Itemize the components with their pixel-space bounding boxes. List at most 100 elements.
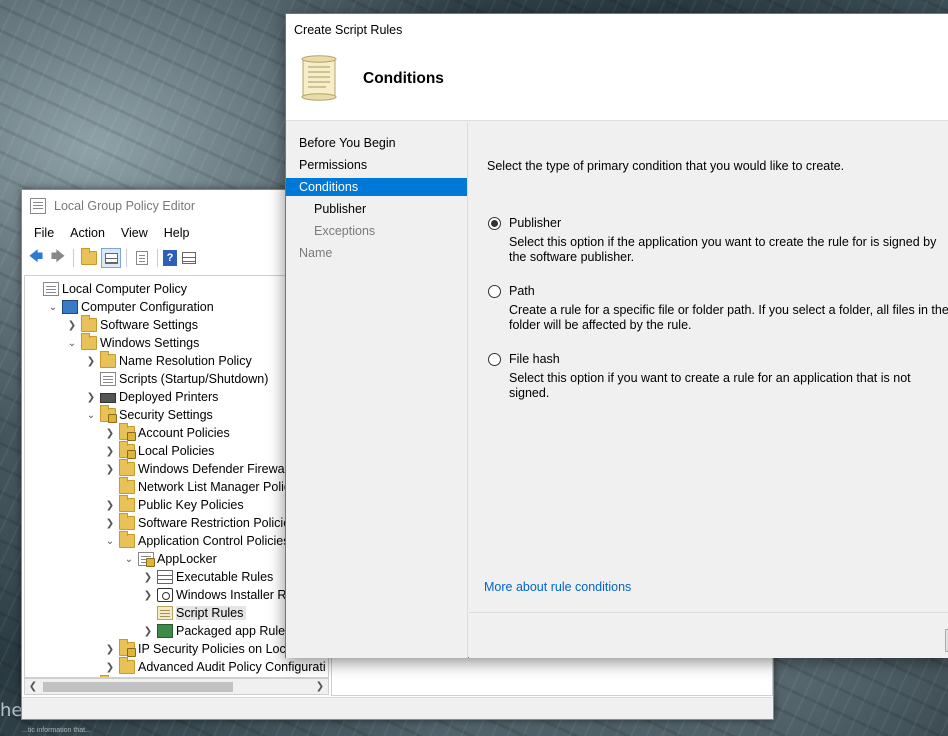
expand-chevron-icon[interactable]: ❯ — [84, 352, 98, 370]
collapse-chevron-icon[interactable]: ⌄ — [65, 334, 79, 352]
menu-file[interactable]: File — [26, 224, 62, 244]
dialog-title: Create Script Rules — [294, 22, 403, 37]
help-icon[interactable]: ? — [163, 250, 177, 266]
scroll-left-icon[interactable]: ❮ — [25, 679, 41, 694]
menu-view[interactable]: View — [113, 224, 156, 244]
folder-icon — [119, 657, 135, 674]
scrollbar-thumb[interactable] — [43, 682, 233, 692]
tree-node[interactable]: ❯ Software Restriction Policies — [103, 513, 296, 532]
gpe-statusbar — [22, 697, 773, 719]
folder-icon — [119, 459, 135, 476]
scroll-right-icon[interactable]: ❯ — [312, 679, 328, 694]
tree-node[interactable]: ⌄ Application Control Policies — [103, 531, 289, 550]
expand-chevron-icon[interactable]: ❯ — [103, 460, 117, 478]
expand-chevron-icon[interactable]: ❯ — [141, 586, 155, 604]
step-exceptions: Exceptions — [314, 224, 376, 238]
tree-node[interactable]: ❯ Advanced Audit Policy Configurati — [103, 657, 326, 676]
tree-node-label: Computer Configuration — [81, 300, 214, 314]
tree-node[interactable]: ⌄ Computer Configuration — [46, 298, 214, 316]
tree-node[interactable]: Network List Manager Policies — [103, 477, 306, 496]
tree-node-label: AppLocker — [157, 552, 217, 566]
more-about-rule-conditions-link[interactable]: More about rule conditions — [484, 580, 631, 594]
file-hash-radio-label[interactable]: File hash — [509, 352, 560, 366]
tree-node[interactable]: Scripts (Startup/Shutdown) — [84, 370, 268, 388]
gpe-title-text: Local Group Policy Editor — [54, 199, 196, 213]
expand-chevron-icon[interactable]: ❯ — [103, 640, 117, 658]
tree-node-label: Script Rules — [176, 606, 247, 620]
publisher-radio-label[interactable]: Publisher — [509, 216, 561, 230]
locked-folder-icon — [119, 441, 136, 459]
step-conditions[interactable]: Conditions — [286, 178, 467, 196]
tree-node-label: Security Settings — [119, 408, 213, 422]
expand-chevron-icon[interactable]: ❯ — [103, 658, 117, 676]
gpe-menubar: File Action View Help — [22, 224, 198, 244]
details-pane — [331, 656, 773, 696]
path-description: Create a rule for a specific file or fol… — [509, 303, 948, 332]
tree-horizontal-scrollbar[interactable]: ❮ ❯ — [24, 678, 329, 695]
toolbar-separator — [126, 249, 127, 267]
create-script-rules-dialog: Create Script Rules Conditions Before Yo… — [285, 13, 948, 658]
rules-list-icon — [157, 570, 173, 584]
up-folder-icon[interactable] — [79, 248, 99, 268]
wizard-steps-nav: Before You Begin Permissions Conditions … — [286, 122, 468, 658]
tree-node[interactable]: ⌄ AppLocker — [122, 550, 217, 568]
properties-icon[interactable] — [179, 248, 199, 268]
tree-node[interactable]: ❯ Name Resolution Policy — [84, 351, 252, 370]
expand-chevron-icon[interactable]: ❯ — [103, 496, 117, 514]
tree-scroll-down-icon[interactable]: ⌄ — [309, 658, 325, 674]
tree-node[interactable]: ❯ Account Policies — [103, 423, 230, 442]
printer-icon — [100, 393, 116, 403]
show-hide-tree-icon[interactable] — [101, 248, 121, 268]
tree-node[interactable]: ❯ Software Settings — [65, 315, 198, 334]
expand-chevron-icon[interactable]: ❯ — [84, 388, 98, 406]
collapse-chevron-icon[interactable]: ⌄ — [46, 298, 60, 316]
export-list-icon[interactable] — [132, 248, 152, 268]
tree-node[interactable]: ❯ Public Key Policies — [103, 495, 244, 514]
collapse-chevron-icon[interactable]: ⌄ — [122, 550, 136, 568]
option-publisher: Publisher Select this option if the appl… — [488, 215, 948, 265]
menu-action[interactable]: Action — [62, 224, 113, 244]
dialog-titlebar[interactable]: Create Script Rules — [286, 14, 948, 45]
publisher-description: Select this option if the application yo… — [509, 235, 937, 264]
forward-icon[interactable]: 🡆 — [48, 248, 68, 268]
package-icon — [157, 624, 173, 638]
tree-node[interactable]: ❯ Local Policies — [103, 441, 214, 460]
expand-chevron-icon[interactable]: ❯ — [141, 568, 155, 586]
expand-chevron-icon[interactable]: ❯ — [65, 316, 79, 334]
policy-editor-app-icon — [30, 198, 46, 214]
expand-chevron-icon[interactable]: ❯ — [103, 514, 117, 532]
path-radio-label[interactable]: Path — [509, 284, 535, 298]
menu-help[interactable]: Help — [156, 224, 198, 244]
tree-node[interactable]: ⌄ Security Settings — [84, 405, 213, 424]
step-publisher[interactable]: Publisher — [286, 200, 467, 218]
tree-node-label: Deployed Printers — [119, 390, 219, 404]
file-hash-description: Select this option if you want to create… — [509, 371, 911, 400]
expand-chevron-icon[interactable]: ❯ — [103, 424, 117, 442]
step-permissions[interactable]: Permissions — [286, 156, 467, 174]
expand-chevron-icon[interactable]: ❯ — [103, 442, 117, 460]
tree-node[interactable]: ❯ Executable Rules — [141, 568, 273, 586]
tree-node[interactable]: ❯ Windows Defender Firewall with — [103, 459, 316, 478]
back-icon[interactable]: 🡄 — [26, 248, 46, 268]
file-hash-radio[interactable] — [488, 352, 501, 366]
tree-node[interactable]: Script Rules — [141, 604, 247, 622]
tree-node-label: Public Key Policies — [138, 498, 244, 512]
tree-node-label: Software Settings — [100, 318, 198, 332]
script-icon — [157, 606, 173, 620]
expand-chevron-icon[interactable]: ❯ — [141, 622, 155, 640]
tree-node-label: Packaged app Rules — [176, 624, 292, 638]
folder-icon — [119, 531, 135, 548]
tree-node[interactable]: Local Computer Policy — [27, 280, 187, 298]
tree-node[interactable]: ❯ Packaged app Rules — [141, 622, 291, 640]
publisher-radio[interactable] — [488, 216, 501, 230]
tree-node[interactable]: ❯ Deployed Printers — [84, 388, 219, 406]
collapse-chevron-icon[interactable]: ⌄ — [84, 406, 98, 424]
path-radio[interactable] — [488, 284, 501, 298]
folder-icon — [81, 333, 97, 350]
step-before-you-begin[interactable]: Before You Begin — [286, 134, 467, 152]
tree-node[interactable]: ⌄ Windows Settings — [65, 333, 199, 352]
tree-node[interactable]: ❯ IP Security Policies on Local Co — [103, 639, 315, 658]
collapse-chevron-icon[interactable]: ⌄ — [103, 532, 117, 550]
